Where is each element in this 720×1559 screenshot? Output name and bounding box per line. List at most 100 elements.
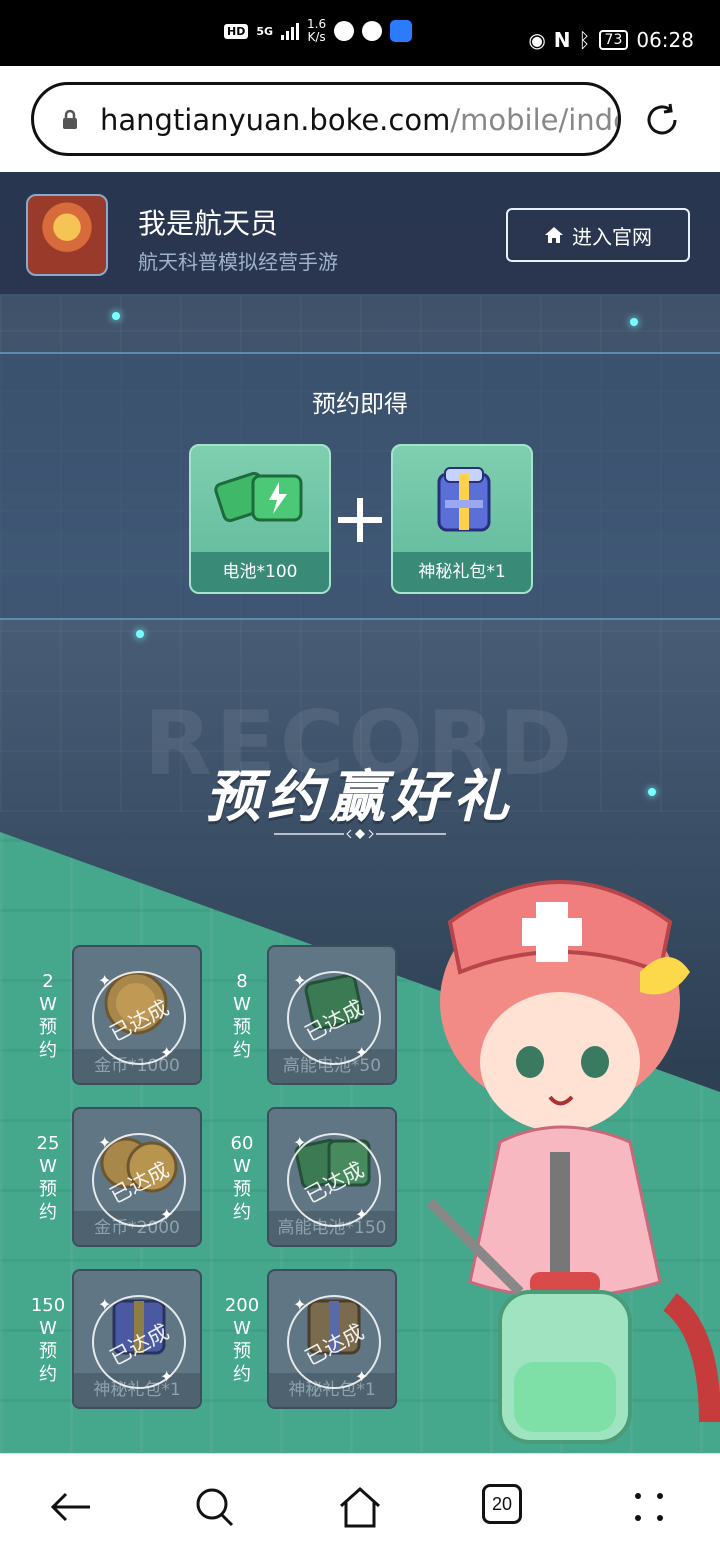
network-label: 5G bbox=[256, 24, 274, 38]
address-bar: hangtianyuan.boke.com/mobile/inde: bbox=[0, 66, 720, 172]
url-field[interactable]: hangtianyuan.boke.com/mobile/inde: bbox=[31, 82, 621, 156]
milestone-count: 60 bbox=[230, 1133, 254, 1154]
milestone-unit: W bbox=[39, 1156, 57, 1177]
glow-dot bbox=[136, 630, 144, 638]
speed-value: 1.6 bbox=[307, 17, 327, 31]
url-path: /mobile/inde: bbox=[450, 103, 618, 137]
milestone-unit: W bbox=[39, 994, 57, 1015]
battery-icon: 73 bbox=[598, 30, 629, 50]
milestone-text-2: 约 bbox=[233, 1202, 251, 1223]
milestone-count: 8 bbox=[236, 971, 248, 992]
status-left: HD 5G 1.6 K/s bbox=[224, 18, 413, 44]
home-icon[interactable] bbox=[337, 1484, 383, 1530]
plus-icon bbox=[338, 498, 382, 542]
url-host: hangtianyuan.boke.com bbox=[100, 103, 451, 137]
enter-website-label: 进入官网 bbox=[572, 224, 652, 249]
milestone-label: 2 W 预 约 bbox=[18, 970, 78, 1062]
milestone-text-1: 预 bbox=[233, 1341, 251, 1362]
reward-label: 神秘礼包*1 bbox=[393, 552, 531, 592]
preorder-title: 预约即得 bbox=[312, 390, 408, 418]
milestone-text-1: 预 bbox=[233, 1179, 251, 1200]
bottom-nav-bar: 20 bbox=[0, 1453, 720, 1559]
sparkle-icon: ✦ bbox=[355, 1367, 369, 1386]
section-title: 预约赢好礼 bbox=[205, 765, 515, 830]
enter-website-button[interactable]: 进入官网 bbox=[506, 208, 690, 262]
home-icon bbox=[545, 227, 563, 243]
glow-dot bbox=[112, 312, 120, 320]
milestone-card: 金币*1000 已达成 ✦ ✦ bbox=[72, 945, 202, 1085]
milestone-text-1: 预 bbox=[233, 1017, 251, 1038]
sparkle-icon: ✦ bbox=[160, 1205, 174, 1224]
milestone-card: 高能电池*50 已达成 ✦ ✦ bbox=[267, 945, 397, 1085]
chat-icon bbox=[334, 21, 355, 41]
milestone-label: 200 W 预 约 bbox=[212, 1294, 272, 1386]
preorder-rewards-section: 预约即得 电池*100 神秘礼包*1 bbox=[0, 352, 720, 620]
back-icon[interactable] bbox=[48, 1484, 94, 1530]
app-notification-icon bbox=[390, 20, 413, 42]
clock: 06:28 bbox=[636, 28, 694, 52]
sparkle-icon: ✦ bbox=[293, 1295, 307, 1314]
reward-label: 电池*100 bbox=[191, 552, 329, 592]
milestone-unit: W bbox=[233, 1156, 251, 1177]
sparkle-icon: ✦ bbox=[160, 1043, 174, 1062]
milestone-unit: W bbox=[233, 994, 251, 1015]
milestone-text-2: 约 bbox=[39, 1040, 57, 1061]
bluetooth-icon: ᛒ bbox=[578, 28, 591, 52]
milestone-count: 200 bbox=[224, 1295, 260, 1316]
milestone-text-1: 预 bbox=[39, 1017, 57, 1038]
milestone-count: 25 bbox=[36, 1133, 60, 1154]
milestone-count: 2 bbox=[42, 971, 54, 992]
milestone-label: 8 W 预 约 bbox=[212, 970, 272, 1062]
milestone-label: 25 W 预 约 bbox=[18, 1132, 78, 1224]
milestone-text-1: 预 bbox=[39, 1341, 57, 1362]
gift-box-icon bbox=[437, 467, 491, 532]
milestone-card: 神秘礼包*1 已达成 ✦ ✦ bbox=[267, 1269, 397, 1409]
network-speed: 1.6 K/s bbox=[307, 18, 326, 44]
reload-icon[interactable] bbox=[642, 100, 682, 140]
reward-card-mystery-pack: 神秘礼包*1 bbox=[391, 444, 533, 594]
signal-icon bbox=[281, 22, 300, 40]
milestone-card: 神秘礼包*1 已达成 ✦ ✦ bbox=[72, 1269, 202, 1409]
eye-icon: ◉ bbox=[528, 28, 546, 52]
sparkle-icon: ✦ bbox=[355, 1043, 369, 1062]
sparkle-icon: ✦ bbox=[98, 1133, 112, 1152]
tabs-count: 20 bbox=[482, 1484, 522, 1524]
tabs-button[interactable]: 20 bbox=[482, 1484, 528, 1530]
milestone-text-2: 约 bbox=[233, 1364, 251, 1385]
nfc-icon: N bbox=[553, 28, 571, 52]
sparkle-icon: ✦ bbox=[160, 1367, 174, 1386]
reward-card-battery: 电池*100 bbox=[189, 444, 331, 594]
milestone-label: 60 W 预 约 bbox=[212, 1132, 272, 1224]
milestone-label: 150 W 预 约 bbox=[18, 1294, 78, 1386]
web-page: 我是航天员 航天科普模拟经营手游 进入官网 预约即得 电池*100 神秘礼包*1… bbox=[0, 172, 720, 1453]
sparkle-icon: ✦ bbox=[293, 1133, 307, 1152]
status-bar: HD 5G 1.6 K/s ◉ N ᛒ 73 06:28 bbox=[0, 0, 720, 66]
search-icon[interactable] bbox=[192, 1484, 238, 1530]
menu-icon[interactable] bbox=[626, 1484, 672, 1530]
sparkle-icon: ✦ bbox=[355, 1205, 369, 1224]
url-text: hangtianyuan.boke.com/mobile/inde: bbox=[100, 103, 618, 137]
app-icon[interactable] bbox=[26, 194, 108, 276]
milestone-text-2: 约 bbox=[39, 1364, 57, 1385]
battery-icon bbox=[214, 471, 303, 523]
sparkle-icon: ✦ bbox=[98, 971, 112, 990]
glow-dot bbox=[630, 318, 638, 326]
title-divider bbox=[274, 829, 446, 839]
app-title: 我是航天员 bbox=[138, 207, 279, 240]
milestone-unit: W bbox=[39, 1318, 57, 1339]
speed-unit: K/s bbox=[307, 30, 326, 44]
nurse-character-illustration bbox=[426, 880, 720, 1444]
milestone-unit: W bbox=[233, 1318, 251, 1339]
audio-icon bbox=[362, 21, 383, 41]
lock-icon bbox=[63, 109, 77, 129]
hd-badge: HD bbox=[224, 23, 249, 39]
sparkle-icon: ✦ bbox=[98, 1295, 112, 1314]
status-right: ◉ N ᛒ 73 06:28 bbox=[528, 28, 694, 52]
milestone-text-1: 预 bbox=[39, 1179, 57, 1200]
sparkle-icon: ✦ bbox=[293, 971, 307, 990]
milestone-text-2: 约 bbox=[233, 1040, 251, 1061]
site-header: 我是航天员 航天科普模拟经营手游 进入官网 bbox=[0, 172, 720, 296]
app-subtitle: 航天科普模拟经营手游 bbox=[138, 250, 338, 274]
milestone-card: 高能电池*150 已达成 ✦ ✦ bbox=[267, 1107, 397, 1247]
milestone-card: 金币*2000 已达成 ✦ ✦ bbox=[72, 1107, 202, 1247]
